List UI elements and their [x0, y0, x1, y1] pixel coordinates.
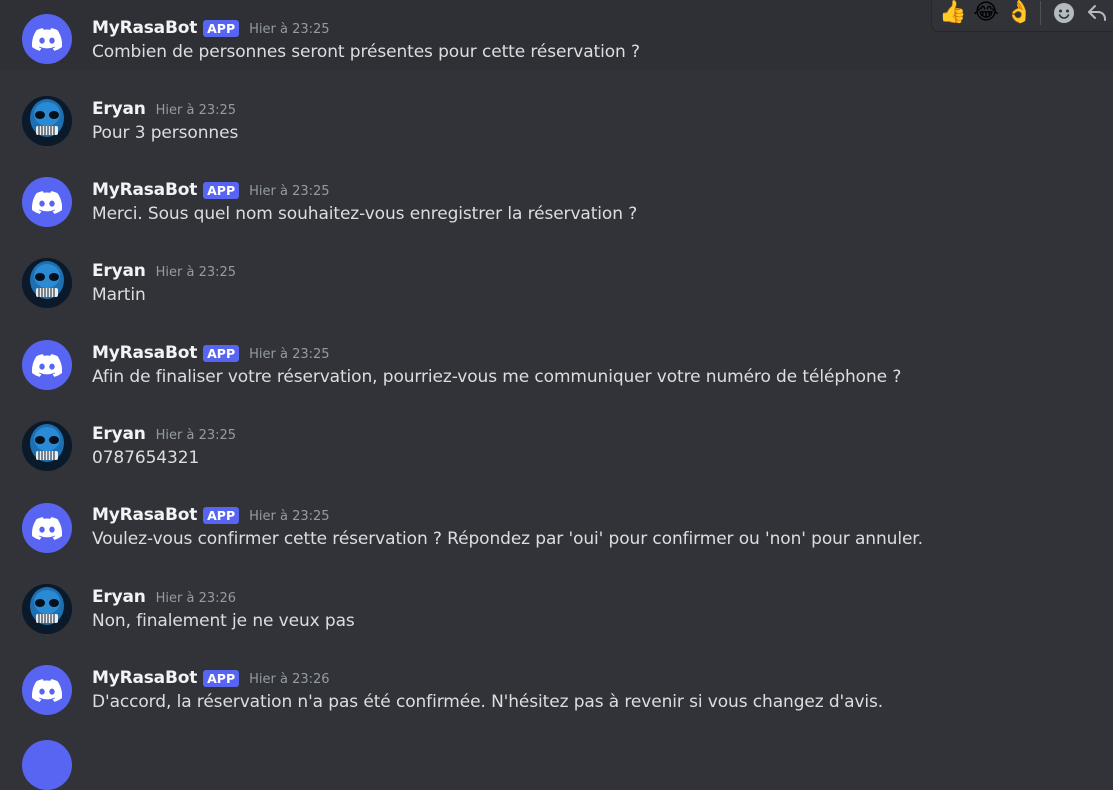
message[interactable]: MyRasaBot APP Hier à 23:26 D'accord, la … — [0, 650, 1113, 720]
message[interactable]: MyRasaBot APP Hier à 23:25 Afin de final… — [0, 325, 1113, 395]
author-name[interactable]: Eryan — [92, 261, 146, 281]
message-text: 0787654321 — [92, 448, 200, 468]
add-reaction-icon[interactable] — [1049, 0, 1078, 28]
discord-logo-icon — [32, 190, 62, 214]
message-text: Voulez-vous confirmer cette réservation … — [92, 529, 923, 549]
author-name[interactable]: MyRasaBot — [92, 18, 197, 38]
timestamp: Hier à 23:25 — [155, 102, 237, 118]
author-name[interactable]: MyRasaBot — [92, 668, 197, 688]
timestamp: Hier à 23:25 — [249, 346, 330, 362]
author-name[interactable]: Eryan — [92, 424, 146, 444]
avatar[interactable] — [22, 14, 72, 64]
reaction-ok-hand[interactable]: 👌 — [1005, 0, 1034, 28]
skull-avatar-icon — [22, 96, 72, 146]
timestamp: Hier à 23:26 — [249, 671, 330, 687]
discord-logo-icon — [32, 353, 62, 377]
reaction-joy[interactable]: 😂 — [971, 0, 1000, 28]
author-name[interactable]: Eryan — [92, 587, 146, 607]
avatar[interactable] — [22, 503, 72, 553]
discord-logo-icon — [32, 516, 62, 540]
timestamp: Hier à 23:25 — [249, 508, 330, 524]
app-badge: APP — [203, 669, 240, 687]
message-text: Afin de finaliser votre réservation, pou… — [92, 367, 902, 387]
message-text: Non, finalement je ne veux pas — [92, 611, 355, 631]
message-actions-toolbar: 👍 😂 👌 — [931, 0, 1113, 32]
toolbar-divider — [1040, 1, 1042, 25]
avatar[interactable] — [22, 665, 72, 715]
timestamp: Hier à 23:25 — [249, 183, 330, 199]
avatar[interactable] — [22, 584, 72, 634]
message[interactable]: MyRasaBot APP Hier à 23:25 Merci. Sous q… — [0, 162, 1113, 232]
reaction-thumbs-up[interactable]: 👍 — [938, 0, 967, 28]
reply-icon[interactable] — [1083, 0, 1112, 28]
avatar[interactable] — [22, 258, 72, 308]
message-feed: MyRasaBot APP Hier à 23:25 Combien de pe… — [0, 0, 1113, 790]
avatar[interactable] — [22, 177, 72, 227]
timestamp: Hier à 23:25 — [155, 264, 237, 280]
app-badge: APP — [203, 506, 240, 524]
skull-avatar-icon — [22, 421, 72, 471]
message-text: D'accord, la réservation n'a pas été con… — [92, 692, 884, 712]
timestamp: Hier à 23:26 — [155, 590, 237, 606]
app-badge: APP — [203, 19, 240, 37]
skull-avatar-icon — [22, 258, 72, 308]
message[interactable]: MyRasaBot APP Hier à 23:25 Voulez-vous c… — [0, 487, 1113, 557]
message[interactable]: Eryan Hier à 23:25 Martin — [0, 243, 1113, 313]
message[interactable]: Eryan Hier à 23:25 0787654321 — [0, 406, 1113, 476]
message[interactable]: Eryan Hier à 23:26 Non, finalement je ne… — [0, 569, 1113, 639]
message[interactable]: Eryan Hier à 23:25 Pour 3 personnes — [0, 81, 1113, 151]
app-badge: APP — [203, 181, 240, 199]
author-name[interactable]: MyRasaBot — [92, 505, 197, 525]
message-text: Martin — [92, 285, 146, 305]
avatar[interactable] — [22, 340, 72, 390]
author-name[interactable]: Eryan — [92, 99, 146, 119]
discord-logo-icon — [32, 678, 62, 702]
discord-logo-icon — [32, 27, 62, 51]
avatar[interactable] — [22, 96, 72, 146]
author-name[interactable]: MyRasaBot — [92, 343, 197, 363]
message-text: Combien de personnes seront présentes po… — [92, 42, 640, 62]
skull-avatar-icon — [22, 584, 72, 634]
author-name[interactable]: MyRasaBot — [92, 180, 197, 200]
timestamp: Hier à 23:25 — [249, 21, 330, 37]
message-text: Merci. Sous quel nom souhaitez-vous enre… — [92, 204, 638, 224]
avatar[interactable] — [22, 421, 72, 471]
timestamp: Hier à 23:25 — [155, 427, 237, 443]
message-text: Pour 3 personnes — [92, 123, 239, 143]
app-badge: APP — [203, 344, 240, 362]
